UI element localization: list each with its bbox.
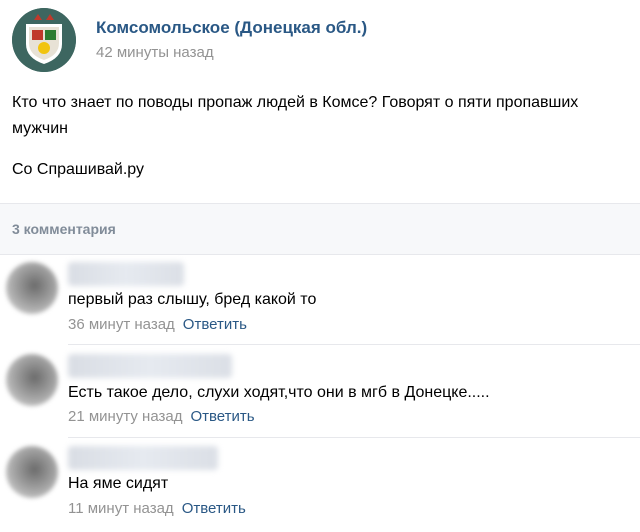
post-text: Кто что знает по поводы пропаж людей в К… xyxy=(12,94,579,137)
comment-meta: 21 минуту назад Ответить xyxy=(68,408,255,425)
comment-divider xyxy=(68,344,640,345)
reply-link[interactable]: Ответить xyxy=(190,408,254,425)
coat-of-arms-icon xyxy=(12,8,76,72)
comment-text: Есть такое дело, слухи ходят,что они в м… xyxy=(68,384,490,401)
commenter-avatar[interactable] xyxy=(6,446,58,498)
commenter-name-blurred[interactable] xyxy=(68,262,184,286)
comment-timestamp[interactable]: 36 минут назад xyxy=(68,316,175,333)
comments-count: 3 комментария xyxy=(12,221,116,237)
comment-item: На яме сидят 11 минут назад Ответить xyxy=(0,440,640,532)
comment-text: первый раз слышу, бред какой то xyxy=(68,291,317,308)
commenter-name-blurred[interactable] xyxy=(68,446,218,470)
reply-link[interactable]: Ответить xyxy=(183,316,247,333)
comments-header: 3 комментария xyxy=(0,203,640,255)
post-header: Комсомольское (Донецкая обл.) 42 минуты … xyxy=(0,0,640,80)
reply-link[interactable]: Ответить xyxy=(182,500,246,517)
comment-timestamp[interactable]: 21 минуту назад xyxy=(68,408,182,425)
comment-divider xyxy=(68,437,640,438)
comment-item: первый раз слышу, бред какой то 36 минут… xyxy=(0,256,640,348)
commenter-avatar[interactable] xyxy=(6,354,58,406)
group-name-link[interactable]: Комсомольское (Донецкая обл.) xyxy=(96,18,367,38)
post-source: Со Спрашивай.ру xyxy=(12,161,145,178)
commenter-name-blurred[interactable] xyxy=(68,354,232,378)
comment-text: На яме сидят xyxy=(68,475,169,492)
commenter-avatar[interactable] xyxy=(6,262,58,314)
group-avatar[interactable] xyxy=(12,8,76,72)
comment-meta: 11 минут назад Ответить xyxy=(68,500,246,517)
comment-item: Есть такое дело, слухи ходят,что они в м… xyxy=(0,348,640,440)
comment-timestamp[interactable]: 11 минут назад xyxy=(68,500,174,517)
post-timestamp[interactable]: 42 минуты назад xyxy=(96,44,214,61)
comment-meta: 36 минут назад Ответить xyxy=(68,316,247,333)
